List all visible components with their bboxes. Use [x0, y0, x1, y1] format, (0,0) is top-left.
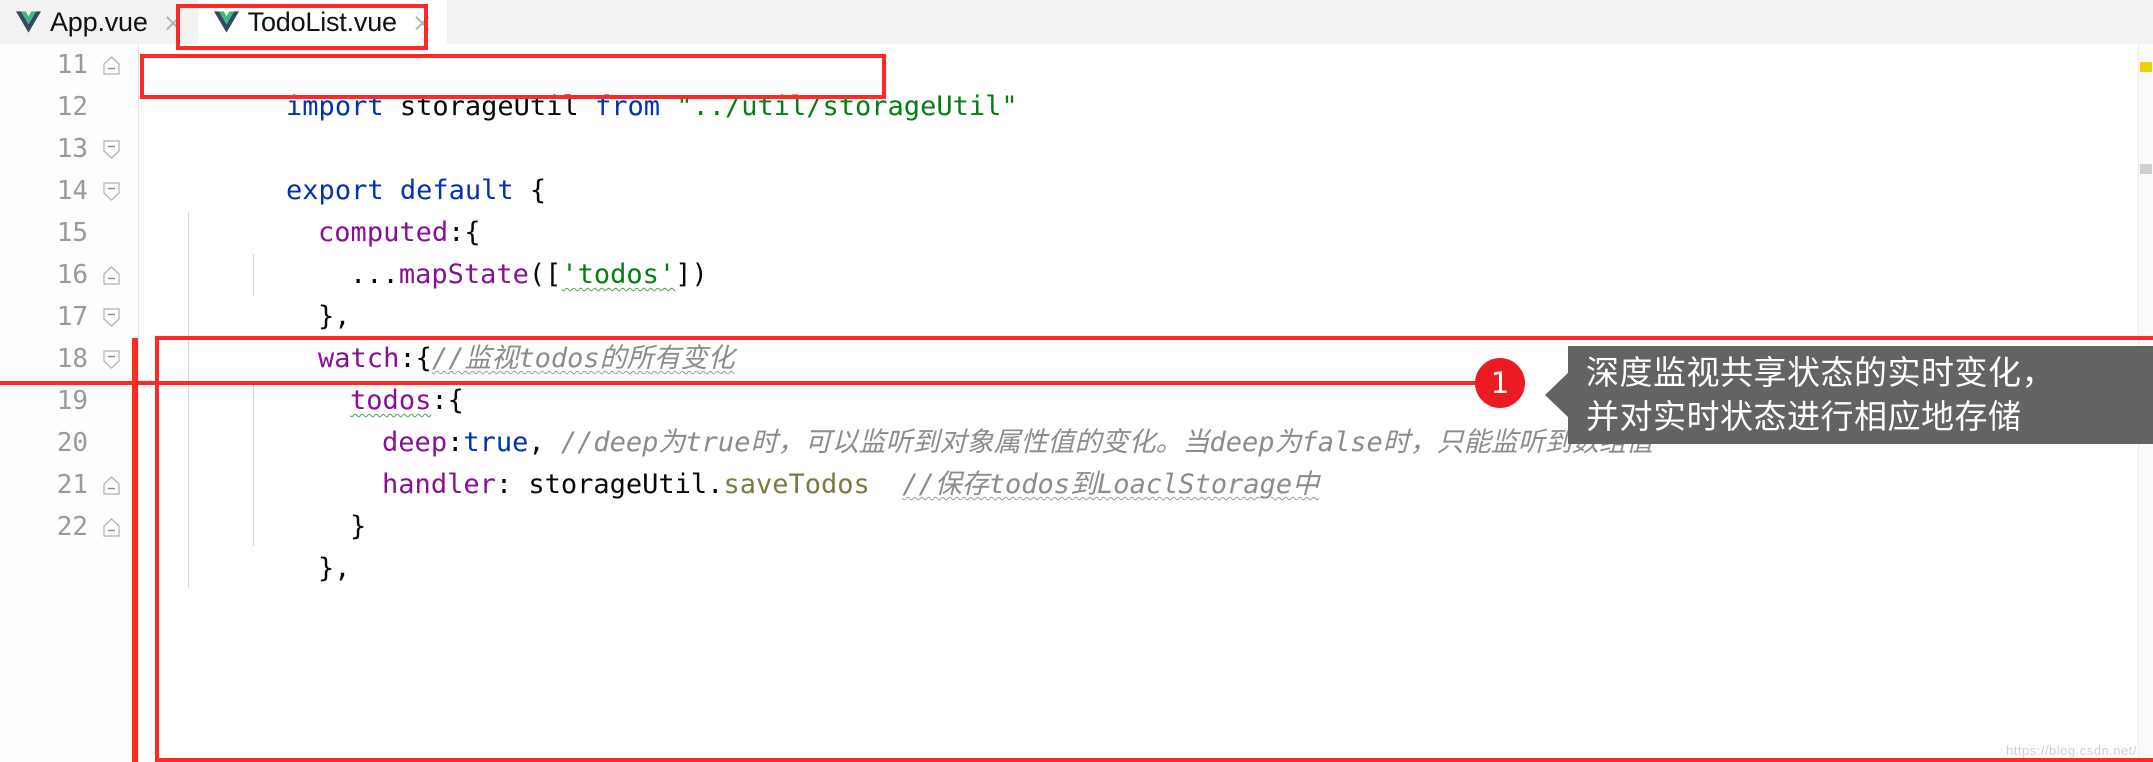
- code-line-21: }: [220, 464, 366, 542]
- vue-logo-icon: [16, 11, 41, 33]
- callout-text: 深度监视共享状态的实时变化， 并对实时状态进行相应地存储: [1586, 351, 2055, 438]
- token-keyword: import: [286, 91, 384, 122]
- code-line-13: export default {: [156, 128, 546, 206]
- line-number: 16: [56, 260, 88, 290]
- code-line-17: watch:{//监视todos的所有变化: [188, 296, 735, 374]
- token-keyword: from: [594, 91, 660, 122]
- code-line-20: handler: storageUtil.saveTodos //保存todos…: [252, 422, 1319, 500]
- editor-gutter: 11 12 13 14 15 16 17 18 19 20 21 22: [0, 44, 139, 762]
- code-line-19: deep:true, //deep为true时，可以监听到对象属性值的变化。当d…: [252, 380, 1653, 458]
- vcs-change-marker: [132, 338, 138, 762]
- gutter-line: 18: [0, 338, 138, 380]
- line-number: 13: [56, 134, 88, 164]
- token-string: "../util/storageUtil": [676, 91, 1018, 122]
- line-number: 18: [56, 344, 88, 374]
- fold-marker-zone[interactable]: [88, 475, 134, 495]
- fold-marker-zone[interactable]: [88, 139, 134, 159]
- token-brace: {: [529, 175, 547, 206]
- gutter-line: 17: [0, 296, 138, 338]
- tab-label: TodoList.vue: [247, 6, 397, 37]
- line-number: 20: [56, 428, 88, 458]
- token-spread: ...: [350, 259, 399, 290]
- line-number: 22: [56, 512, 88, 542]
- fold-collapse-icon[interactable]: [102, 349, 121, 369]
- vue-logo-icon: [213, 11, 239, 33]
- gutter-line: 21: [0, 464, 138, 506]
- close-icon[interactable]: ×: [412, 10, 433, 35]
- gutter-line: 22: [0, 506, 138, 548]
- gutter-line: 19: [0, 380, 138, 422]
- code-line-11: import storageUtil from "../util/storage…: [156, 44, 1018, 122]
- code-line-22: },: [188, 506, 351, 584]
- line-number: 21: [56, 470, 88, 500]
- fold-collapse-icon[interactable]: [102, 475, 121, 495]
- close-icon[interactable]: ×: [163, 10, 184, 35]
- tab-todolist-vue[interactable]: TodoList.vue ×: [197, 0, 447, 44]
- tab-label: App.vue: [50, 6, 148, 37]
- token-comment: //监视todos的所有变化: [431, 343, 735, 374]
- token-property: handler: [382, 469, 496, 500]
- token-comment: //保存todos到LoaclStorage中: [902, 469, 1320, 500]
- warning-marker[interactable]: [2140, 62, 2152, 72]
- gutter-line: 14: [0, 170, 138, 212]
- line-number: 15: [56, 218, 88, 248]
- token-string: 'todos': [561, 259, 676, 290]
- token-function: mapState: [398, 259, 529, 290]
- callout-line-2: 并对实时状态进行相应地存储: [1586, 397, 2022, 436]
- info-marker[interactable]: [2140, 164, 2152, 174]
- fold-marker-zone[interactable]: [88, 517, 134, 537]
- token-identifier: storageUtil: [528, 469, 708, 500]
- fold-collapse-icon[interactable]: [102, 517, 121, 537]
- gutter-line: 20: [0, 422, 138, 464]
- token-punct: :: [495, 469, 529, 500]
- fold-marker-zone[interactable]: [88, 55, 134, 75]
- code-line-15: ...mapState(['todos']): [220, 212, 708, 290]
- code-line-16: },: [188, 254, 351, 332]
- watermark: https://blog.csdn.net/: [2006, 743, 2137, 758]
- line-number: 14: [56, 176, 88, 206]
- fold-marker-zone[interactable]: [88, 265, 134, 285]
- fold-collapse-icon[interactable]: [102, 139, 121, 159]
- fold-marker-zone[interactable]: [88, 307, 134, 327]
- gutter-line: 15: [0, 212, 138, 254]
- fold-collapse-icon[interactable]: [102, 55, 121, 75]
- ide-window: App.vue × TodoList.vue × 11 12 13 14 15 …: [0, 0, 2153, 762]
- token-punct: ]): [675, 259, 708, 290]
- tab-app-vue[interactable]: App.vue ×: [0, 0, 198, 44]
- line-number: 11: [56, 50, 88, 80]
- fold-marker-zone[interactable]: [88, 181, 134, 201]
- fold-collapse-icon[interactable]: [102, 307, 121, 327]
- fold-collapse-icon[interactable]: [102, 265, 121, 285]
- line-number: 19: [56, 386, 88, 416]
- line-number: 12: [56, 92, 88, 122]
- code-line-18: todos:{: [220, 338, 464, 416]
- gutter-line: 12: [0, 86, 138, 128]
- gutter-line: 13: [0, 128, 138, 170]
- gutter-line: 11: [0, 44, 138, 86]
- fold-marker-zone[interactable]: [88, 349, 134, 369]
- editor-tab-bar: App.vue × TodoList.vue ×: [0, 0, 2153, 45]
- token-brace: }: [350, 511, 367, 542]
- callout-line-1: 深度监视共享状态的实时变化，: [1586, 353, 2055, 393]
- callout-leader-line: [0, 381, 1480, 385]
- callout-arrow: [1545, 372, 1569, 418]
- gutter-line: 16: [0, 254, 138, 296]
- fold-collapse-icon[interactable]: [102, 181, 121, 201]
- token-punct: ([: [528, 259, 562, 290]
- callout-badge: 1: [1475, 358, 1525, 408]
- callout-tooltip: 深度监视共享状态的实时变化， 并对实时状态进行相应地存储: [1568, 346, 2153, 444]
- token-brace: },: [318, 553, 351, 584]
- token-method: saveTodos: [723, 469, 870, 500]
- token-dot: .: [707, 469, 724, 500]
- line-number: 17: [56, 302, 88, 332]
- token-identifier: storageUtil: [399, 91, 579, 122]
- code-line-14: computed:{: [188, 170, 481, 248]
